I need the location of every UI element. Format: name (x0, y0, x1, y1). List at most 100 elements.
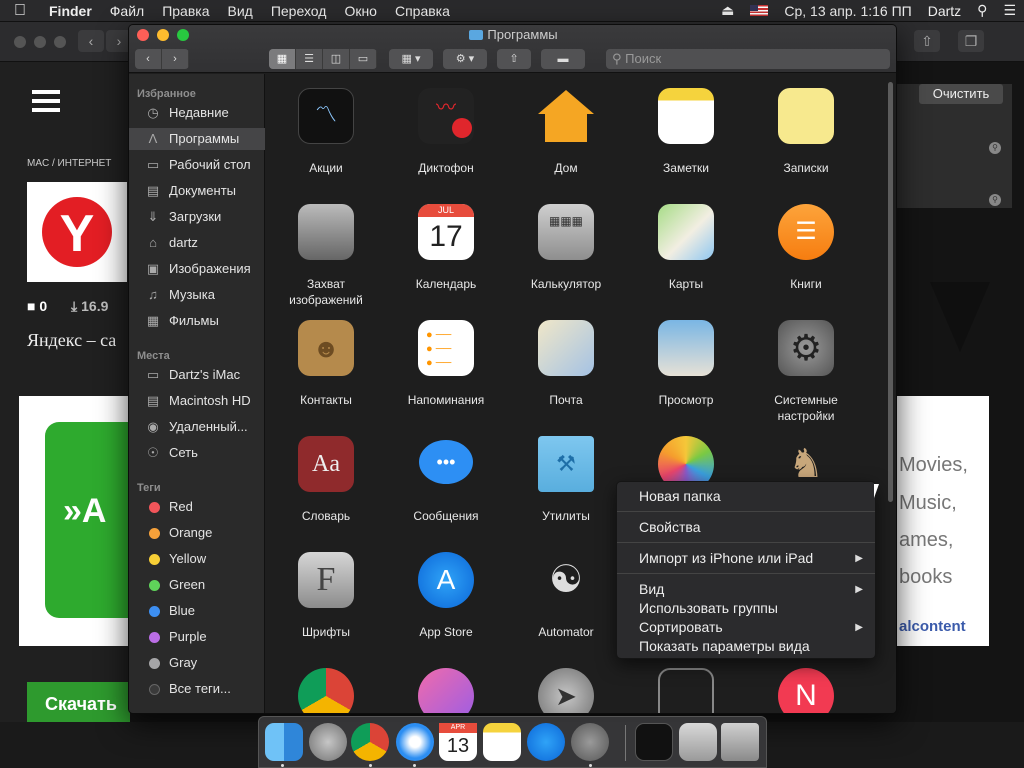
sidebar-item-imac[interactable]: ▭ Dartz's iMac (129, 364, 265, 386)
sidebar-all-tags[interactable]: Все теги... (129, 678, 265, 700)
user-name[interactable]: Dartz (920, 3, 969, 19)
app-news[interactable]: N (751, 668, 861, 713)
dock-calendar-icon[interactable]: APR 13 (439, 723, 477, 761)
app-preview[interactable]: Просмотр (631, 320, 741, 408)
app-automator[interactable]: ☯ Automator (511, 552, 621, 640)
search-input[interactable]: ⚲ Поиск (606, 49, 890, 69)
menu-item-properties[interactable]: Свойства (639, 519, 700, 535)
action-gear-icon[interactable]: ⚙ ▾ (443, 49, 487, 69)
browser-share-icon[interactable]: ⇧ (914, 30, 940, 52)
sidebar-item-remote-disc[interactable]: ◉ Удаленный... (129, 416, 265, 438)
dock-app-store-icon[interactable] (527, 723, 565, 761)
spotlight-icon[interactable]: ⚲ (969, 2, 995, 19)
app-stickies[interactable]: Записки (751, 88, 861, 176)
sidebar-tag-red[interactable]: Red (129, 496, 265, 518)
dock-chrome-icon[interactable] (351, 723, 389, 761)
app-system-preferences[interactable]: ⚙ Системные настройки (751, 320, 861, 424)
icon-view-icon[interactable]: ▦ (269, 49, 296, 69)
app-reminders[interactable]: ● ── ● ── ● ── Напоминания (391, 320, 501, 408)
app-utilities-folder[interactable]: ⚒ Утилиты (511, 436, 621, 524)
hamburger-menu-icon[interactable] (32, 90, 60, 112)
gallery-view-icon[interactable]: ▭ (350, 49, 377, 69)
app-mail[interactable]: Почта (511, 320, 621, 408)
app-messages[interactable]: ••• Сообщения (391, 436, 501, 524)
search-icon-2[interactable]: ⚲ (989, 194, 1001, 206)
menu-go[interactable]: Переход (262, 3, 336, 19)
group-by-icon[interactable]: ▦ ▾ (389, 49, 433, 69)
app-stocks[interactable]: 〽 Акции (271, 88, 381, 176)
apple-menu-icon[interactable]:  (0, 2, 40, 20)
dock-launchpad-icon[interactable] (309, 723, 347, 761)
browser-back-icon[interactable]: ‹ (78, 30, 104, 52)
menu-item-new-folder[interactable]: Новая папка (639, 488, 721, 504)
us-flag-icon[interactable] (750, 5, 769, 16)
menu-file[interactable]: Файл (101, 3, 153, 19)
search-icon[interactable]: ⚲ (989, 142, 1001, 154)
dock-finder-icon[interactable] (265, 723, 303, 761)
dock-safari-icon[interactable] (396, 723, 434, 761)
sidebar-tag-orange[interactable]: Orange (129, 522, 265, 544)
dock-stocks-icon[interactable] (635, 723, 673, 761)
app-app-store[interactable]: A App Store (391, 552, 501, 640)
sidebar-item-network[interactable]: ☉ Сеть (129, 442, 265, 464)
app-maps[interactable]: Карты (631, 204, 741, 292)
app-font-book[interactable]: F Шрифты (271, 552, 381, 640)
menu-item-show-view-options[interactable]: Показать параметры вида (639, 638, 810, 654)
sidebar-tag-green[interactable]: Green (129, 574, 265, 596)
sidebar-item-applications[interactable]: Λ Программы (129, 128, 265, 150)
tags-icon[interactable]: ▬ (541, 49, 585, 69)
download-button[interactable]: Скачать (27, 682, 130, 722)
app-image-capture[interactable]: Захват изображений (271, 204, 381, 308)
app-books[interactable]: ☰ Книги (751, 204, 861, 292)
sidebar-item-movies[interactable]: ▦ Фильмы (129, 310, 265, 332)
scrollbar[interactable] (888, 82, 893, 502)
ad-banner-left[interactable]: »A (19, 396, 129, 646)
clear-button[interactable]: Очистить (919, 84, 1003, 104)
sidebar-item-documents[interactable]: ▤ Документы (129, 180, 265, 202)
notification-center-icon[interactable]: ☰ (995, 2, 1024, 19)
menu-item-sort[interactable]: Сортировать (639, 619, 723, 635)
breadcrumb[interactable]: MAC / ИНТЕРНЕТ (27, 158, 111, 169)
sidebar-item-music[interactable]: ♫ Музыка (129, 284, 265, 306)
app-notes[interactable]: Заметки (631, 88, 741, 176)
menu-edit[interactable]: Правка (153, 3, 218, 19)
app-launchpad[interactable]: ➤ (511, 668, 621, 713)
back-icon[interactable]: ‹ (135, 49, 162, 69)
app-itunes[interactable] (391, 668, 501, 713)
menu-item-view[interactable]: Вид (639, 581, 664, 597)
clock[interactable]: Ср, 13 апр. 1:16 ПП (776, 3, 919, 19)
sidebar-tag-blue[interactable]: Blue (129, 600, 265, 622)
browser-minimize-button[interactable] (34, 36, 46, 48)
app-calculator[interactable]: ▦▦▦ Калькулятор (511, 204, 621, 292)
article-title[interactable]: Яндекс – са (27, 330, 116, 351)
sidebar-item-desktop[interactable]: ▭ Рабочий стол (129, 154, 265, 176)
eject-icon[interactable]: ⏏ (713, 2, 742, 19)
dock-preview-icon[interactable] (679, 723, 717, 761)
dock-system-preferences-icon[interactable] (571, 723, 609, 761)
app-home-app[interactable]: Дом (511, 88, 621, 176)
sidebar-tag-gray[interactable]: Gray (129, 652, 265, 674)
sidebar-item-pictures[interactable]: ▣ Изображения (129, 258, 265, 280)
ad-banner-right[interactable]: Movies, Music, ames, books alcontent (897, 396, 989, 646)
dock-trash-icon[interactable] (721, 723, 759, 761)
sidebar-item-recents[interactable]: ◷ Недавние (129, 102, 265, 124)
app-mission-control[interactable] (631, 668, 741, 713)
app-dictionary[interactable]: Aa Словарь (271, 436, 381, 524)
sidebar-tag-yellow[interactable]: Yellow (129, 548, 265, 570)
column-view-icon[interactable]: ◫ (323, 49, 350, 69)
browser-zoom-button[interactable] (54, 36, 66, 48)
sidebar-item-macintosh-hd[interactable]: ▤ Macintosh HD (129, 390, 265, 412)
share-icon[interactable]: ⇧ (497, 49, 531, 69)
menu-finder[interactable]: Finder (40, 3, 101, 19)
sidebar-item-home[interactable]: ⌂ dartz (129, 232, 265, 254)
sidebar-item-downloads[interactable]: ⇓ Загрузки (129, 206, 265, 228)
app-chrome[interactable] (271, 668, 381, 713)
sidebar-tag-purple[interactable]: Purple (129, 626, 265, 648)
browser-close-button[interactable] (14, 36, 26, 48)
list-view-icon[interactable]: ☰ (296, 49, 323, 69)
menu-help[interactable]: Справка (386, 3, 459, 19)
app-calendar[interactable]: JUL 17 Календарь (391, 204, 501, 292)
menu-window[interactable]: Окно (335, 3, 386, 19)
dock-notes-icon[interactable] (483, 723, 521, 761)
browser-tabs-icon[interactable]: ❐ (958, 30, 984, 52)
